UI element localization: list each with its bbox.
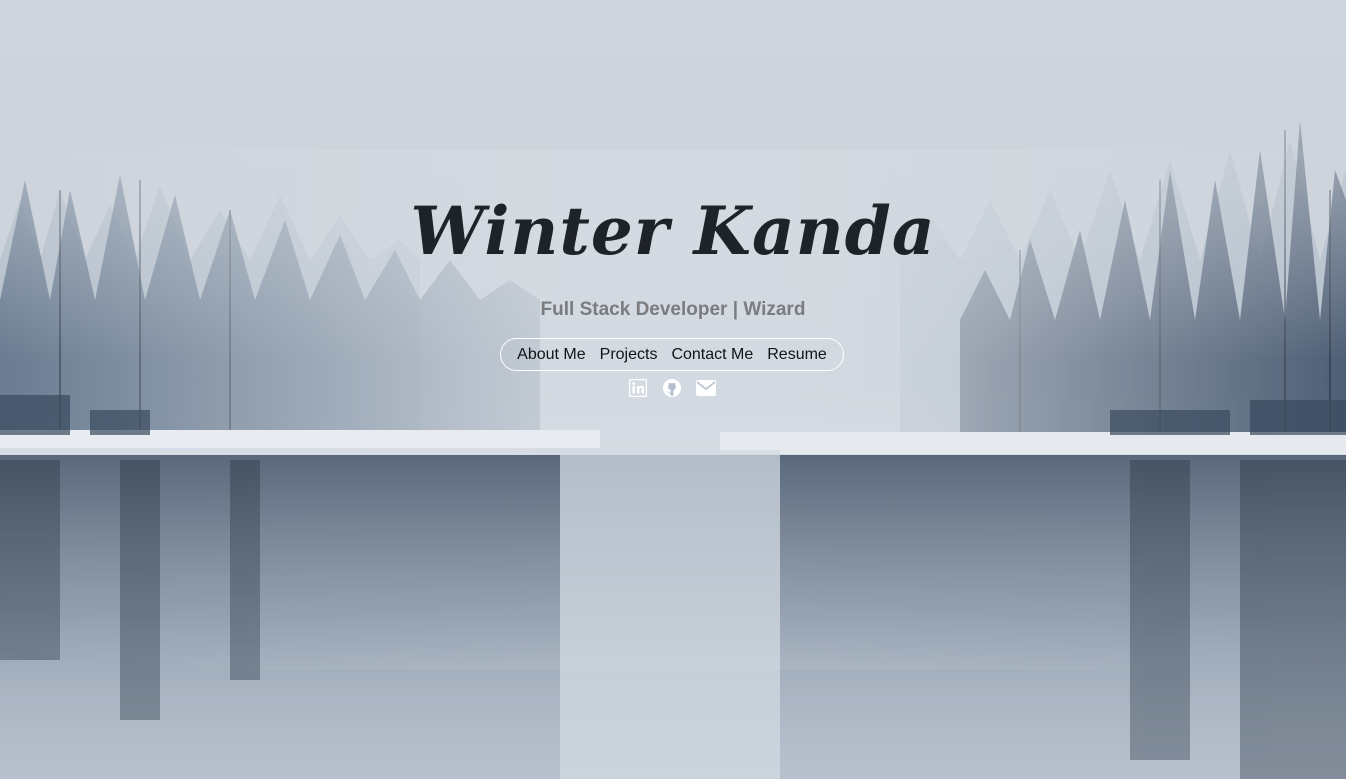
- envelope-glyph: [696, 380, 716, 396]
- linkedin-glyph: [629, 379, 647, 397]
- github-icon[interactable]: [662, 378, 682, 398]
- hero-section: Winter Kanda Full Stack Developer | Wiza…: [0, 0, 1346, 779]
- page-title: Winter Kanda: [410, 192, 936, 270]
- subtitle: Full Stack Developer | Wizard: [540, 299, 806, 320]
- nav-link-about-me[interactable]: About Me: [517, 346, 585, 364]
- social-links: [628, 378, 720, 398]
- nav-link-contact-me[interactable]: Contact Me: [671, 346, 753, 364]
- nav-link-projects[interactable]: Projects: [600, 346, 658, 364]
- nav-link-resume[interactable]: Resume: [767, 346, 827, 364]
- email-icon[interactable]: [696, 378, 716, 398]
- linkedin-icon[interactable]: [628, 378, 648, 398]
- github-glyph: [663, 379, 681, 397]
- main-nav: About Me Projects Contact Me Resume: [500, 338, 844, 371]
